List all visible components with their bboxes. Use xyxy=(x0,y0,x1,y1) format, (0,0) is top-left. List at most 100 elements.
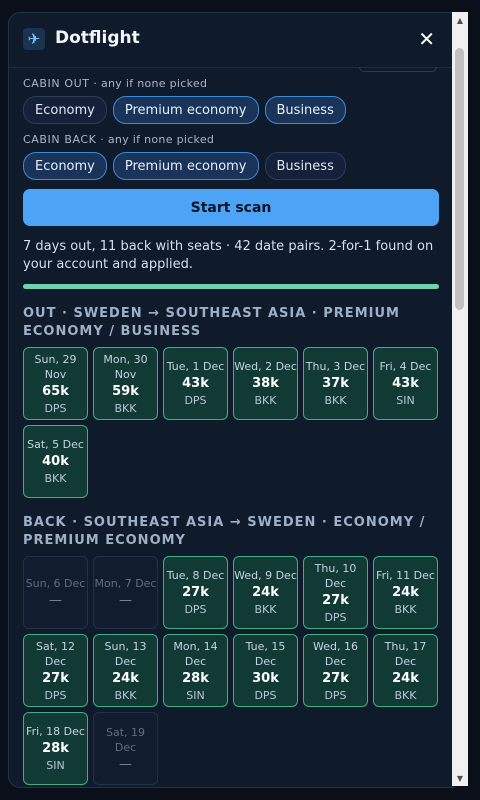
day-cell[interactable]: Sat, 5 Dec 40k BKK xyxy=(23,425,88,498)
day-airport: DPS xyxy=(324,688,347,702)
day-cell: Mon, 7 Dec — xyxy=(93,556,158,629)
day-cell[interactable]: Thu, 3 Dec 37k BKK xyxy=(303,347,368,420)
outbound-day-grid: Sun, 29 Nov 65k DPS Mon, 30 Nov 59k BKK Tue, 1… xyxy=(23,347,439,498)
cabin-out-title: CABIN OUT xyxy=(23,77,90,90)
cabin-out-chip-premium-economy[interactable]: Premium economy xyxy=(112,96,259,124)
day-date: Mon, 7 Dec xyxy=(94,577,157,590)
day-points: 38k xyxy=(252,376,279,391)
outbound-title: OUT · SWEDEN → SOUTHEAST ASIA · PREMIUM … xyxy=(23,306,400,339)
header: ✈ Dotflight ✕ xyxy=(9,13,453,68)
day-cell[interactable]: Wed, 2 Dec 38k BKK xyxy=(233,347,298,420)
day-airport: SIN xyxy=(46,759,65,772)
day-cell[interactable]: Fri, 11 Dec 24k BKK xyxy=(373,556,438,629)
cabin-back-chip-business[interactable]: Business xyxy=(264,152,346,180)
day-points: 43k xyxy=(392,376,419,391)
scrolled-element-edge xyxy=(359,67,437,72)
day-airport: DPS xyxy=(254,688,277,702)
day-points: 24k xyxy=(392,585,419,600)
day-cell[interactable]: Tue, 8 Dec 27k DPS xyxy=(163,556,228,629)
day-cell[interactable]: Wed, 9 Dec 24k BKK xyxy=(233,556,298,629)
day-date: Thu, 17 Dec xyxy=(384,639,427,668)
day-date: Wed, 2 Dec xyxy=(234,360,297,373)
day-points: 30k xyxy=(252,670,279,686)
scan-status-text: 7 days out, 11 back with seats · 42 date… xyxy=(23,239,434,272)
cabin-out-chip-business[interactable]: Business xyxy=(264,96,346,124)
day-date: Sun, 13 Dec xyxy=(104,639,147,668)
return-title: BACK · SOUTHEAST ASIA → SWEDEN · ECONOMY… xyxy=(23,515,426,548)
day-points: 28k xyxy=(182,670,209,686)
day-date: Mon, 14 Dec xyxy=(173,639,218,668)
day-cell: Sun, 6 Dec — xyxy=(23,556,88,629)
return-day-grid: Sun, 6 Dec — Mon, 7 Dec — Tue, 8 Dec 27k DPS We… xyxy=(23,556,439,785)
day-cell[interactable]: Tue, 1 Dec 43k DPS xyxy=(163,347,228,420)
start-scan-button[interactable]: Start scan xyxy=(23,189,439,226)
day-date: Tue, 8 Dec xyxy=(166,569,225,582)
day-date: Fri, 4 Dec xyxy=(379,360,432,373)
day-cell[interactable]: Mon, 30 Nov 59k BKK xyxy=(93,347,158,420)
day-points: 37k xyxy=(322,376,349,391)
scrollbar-thumb[interactable] xyxy=(455,48,464,310)
day-cell[interactable]: Tue, 15 Dec 30k DPS xyxy=(233,634,298,707)
cabin-back-title: CABIN BACK xyxy=(23,133,97,146)
day-points: 43k xyxy=(182,376,209,391)
day-airport: DPS xyxy=(184,394,207,407)
day-date: Thu, 10 Dec xyxy=(314,561,357,590)
day-date: Tue, 1 Dec xyxy=(166,360,225,373)
day-points: 65k xyxy=(42,383,69,399)
day-date: Sun, 6 Dec xyxy=(25,577,86,590)
day-airport: BKK xyxy=(114,688,137,702)
day-date: Sat, 19 Dec xyxy=(105,725,146,754)
plane-logo-icon: ✈ xyxy=(23,28,45,50)
day-date: Fri, 18 Dec xyxy=(26,725,85,738)
day-points: 28k xyxy=(42,741,69,756)
day-points: 40k xyxy=(42,454,69,469)
day-airport: DPS xyxy=(184,603,207,616)
day-cell[interactable]: Mon, 14 Dec 28k SIN xyxy=(163,634,228,707)
day-date: Tue, 15 Dec xyxy=(245,639,286,668)
day-cell[interactable]: Sun, 29 Nov 65k DPS xyxy=(23,347,88,420)
day-cell[interactable]: Fri, 4 Dec 43k SIN xyxy=(373,347,438,420)
scan-progress-bar xyxy=(23,284,439,289)
day-points: 24k xyxy=(252,585,279,600)
cabin-back-chip-economy[interactable]: Economy xyxy=(23,152,107,180)
day-points: 27k xyxy=(182,585,209,600)
day-airport: SIN xyxy=(186,688,205,702)
day-points: 59k xyxy=(112,383,139,399)
day-airport: BKK xyxy=(254,394,277,407)
day-cell[interactable]: Thu, 10 Dec 27k DPS xyxy=(303,556,368,629)
day-cell[interactable]: Wed, 16 Dec 27k DPS xyxy=(303,634,368,707)
day-cell[interactable]: Thu, 17 Dec 24k BKK xyxy=(373,634,438,707)
day-date: Wed, 9 Dec xyxy=(234,569,297,582)
day-cell[interactable]: Fri, 18 Dec 28k SIN xyxy=(23,712,88,785)
day-airport: DPS xyxy=(324,610,347,624)
day-points: — xyxy=(119,756,132,772)
day-airport: BKK xyxy=(394,603,417,616)
popup-panel: ✈ Dotflight ✕ CABIN OUT · any if none pi… xyxy=(8,12,454,788)
day-points: — xyxy=(119,593,132,608)
app-title: Dotflight xyxy=(55,28,140,48)
cabin-out-chip-economy[interactable]: Economy xyxy=(23,96,107,124)
day-airport: DPS xyxy=(44,688,67,702)
day-date: Thu, 3 Dec xyxy=(305,360,366,373)
close-icon[interactable]: ✕ xyxy=(418,29,435,49)
scroll-down-icon[interactable]: ▼ xyxy=(452,770,468,786)
day-cell[interactable]: Sun, 13 Dec 24k BKK xyxy=(93,634,158,707)
day-points: 27k xyxy=(322,670,349,686)
cabin-back-options: Economy Premium economy Business xyxy=(23,152,439,180)
day-airport: DPS xyxy=(44,401,67,415)
day-airport: BKK xyxy=(114,401,137,415)
day-airport: BKK xyxy=(44,472,67,485)
cabin-back-chip-premium-economy[interactable]: Premium economy xyxy=(112,152,259,180)
day-date: Mon, 30 Nov xyxy=(103,352,148,381)
scrollbar[interactable]: ▲ ▼ xyxy=(452,12,468,786)
scroll-up-icon[interactable]: ▲ xyxy=(452,12,468,28)
cabin-back-label: CABIN BACK · any if none picked xyxy=(23,133,439,146)
cabin-out-hint: · any if none picked xyxy=(93,77,208,90)
day-points: — xyxy=(49,593,62,608)
day-date: Fri, 11 Dec xyxy=(376,569,435,582)
day-cell[interactable]: Sat, 12 Dec 27k DPS xyxy=(23,634,88,707)
day-date: Sat, 12 Dec xyxy=(35,639,76,668)
day-cell: Sat, 19 Dec — xyxy=(93,712,158,785)
day-points: 24k xyxy=(392,670,419,686)
cabin-out-options: Economy Premium economy Business xyxy=(23,96,439,124)
